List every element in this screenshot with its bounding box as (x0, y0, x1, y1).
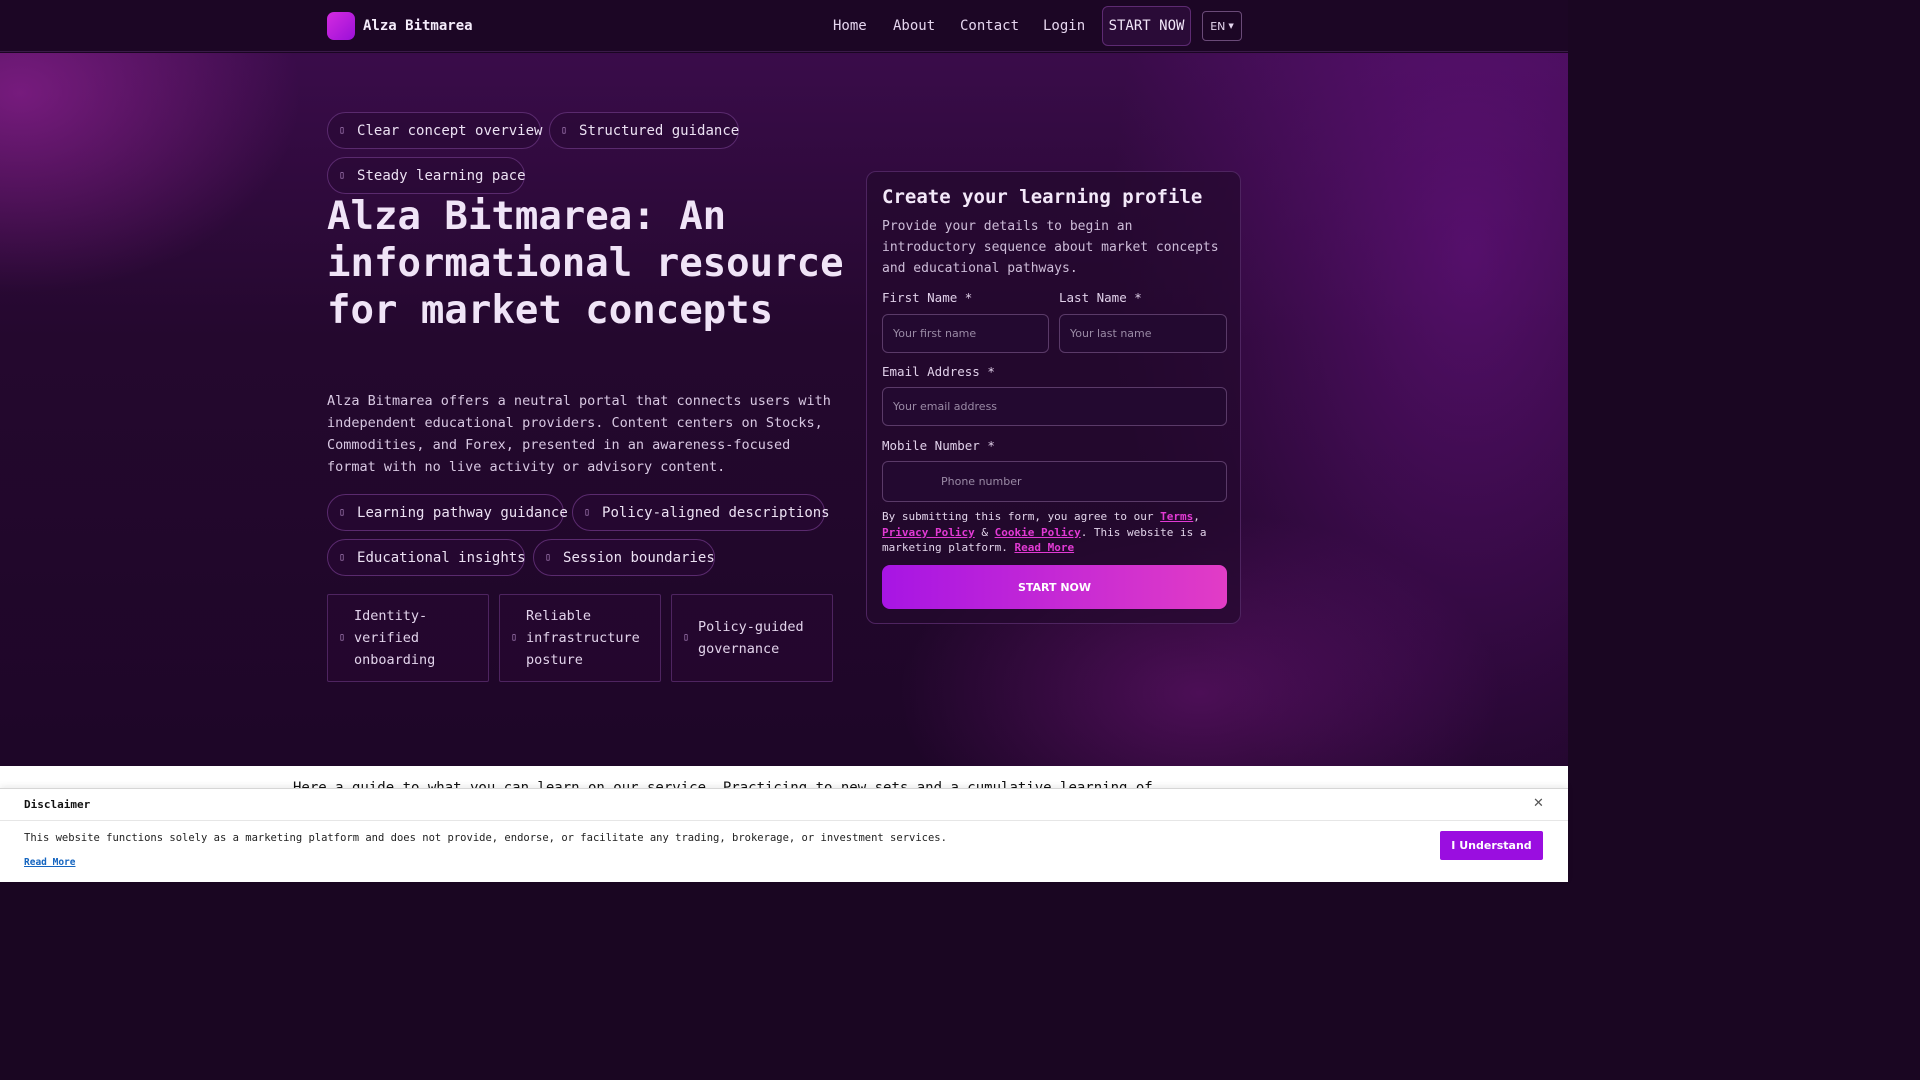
feature-infrastructure: ▯ Reliable infrastructure posture (499, 594, 661, 682)
chip-session-boundaries: ▯ Session boundaries (533, 539, 715, 576)
hero-title: Alza Bitmarea: An informational resource… (327, 194, 844, 333)
hero-description: Alza Bitmarea offers a neutral portal th… (327, 393, 831, 475)
feature-icon: ▯ (339, 632, 346, 643)
language-selector[interactable]: EN ▼ (1202, 11, 1242, 41)
disclaimer-text: This website functions solely as a marke… (24, 832, 947, 844)
chip-educational-insights: ▯ Educational insights (327, 539, 526, 576)
chip-label: Clear concept overview (357, 122, 543, 139)
brand-logo[interactable]: Alza Bitmarea (327, 12, 473, 40)
brand-logo-icon (327, 12, 355, 40)
feature-icon: ▯ (511, 632, 518, 643)
first-name-input[interactable] (882, 314, 1049, 353)
nav-about[interactable]: About (893, 18, 935, 34)
nav-contact[interactable]: Contact (960, 18, 1019, 34)
chip-icon: ▯ (339, 125, 346, 136)
privacy-policy-link[interactable]: Privacy Policy (882, 526, 975, 539)
first-name-label: First Name * (882, 290, 973, 305)
phone-input[interactable] (882, 461, 1227, 502)
language-label: EN (1210, 19, 1226, 33)
chip-icon: ▯ (561, 125, 568, 136)
disclaimer-banner: Disclaimer ✕ This website functions sole… (0, 788, 1568, 882)
feature-label: Identity-verified onboarding (354, 608, 436, 668)
form-read-more-link[interactable]: Read More (1014, 541, 1074, 554)
brand-name: Alza Bitmarea (363, 18, 473, 34)
chip-icon: ▯ (339, 552, 346, 563)
feature-icon: ▯ (683, 632, 690, 643)
form-description: Provide your details to begin an introdu… (882, 219, 1219, 276)
form-start-now-button[interactable]: START NOW (882, 565, 1227, 609)
disclaimer-header: Disclaimer ✕ (0, 789, 1568, 821)
terms-prefix: By submitting this form, you agree to ou… (882, 510, 1154, 523)
chip-label: Educational insights (357, 549, 526, 566)
chip-label: Policy-aligned descriptions (602, 504, 830, 521)
feature-label: Reliable infrastructure posture (526, 608, 640, 668)
email-label: Email Address * (882, 364, 995, 379)
chip-icon: ▯ (339, 507, 346, 518)
chip-icon: ▯ (339, 170, 346, 181)
feature-governance: ▯ Policy-guided governance (671, 594, 833, 682)
phone-label: Mobile Number * (882, 438, 995, 453)
last-name-input[interactable] (1059, 314, 1227, 353)
form-title: Create your learning profile (882, 186, 1203, 208)
last-name-label: Last Name * (1059, 290, 1142, 305)
nav-login[interactable]: Login (1043, 18, 1085, 34)
i-understand-button[interactable]: I Understand (1440, 831, 1543, 860)
form-terms: By submitting this form, you agree to ou… (882, 510, 1207, 554)
chip-icon: ▯ (584, 507, 591, 518)
cookie-policy-link[interactable]: Cookie Policy (995, 526, 1081, 539)
chip-policy-aligned: ▯ Policy-aligned descriptions (572, 494, 830, 531)
chip-steady-pace: ▯ Steady learning pace (327, 157, 526, 194)
chip-label: Steady learning pace (357, 167, 526, 184)
header-start-now-button[interactable]: START NOW (1102, 6, 1191, 46)
terms-link[interactable]: Terms (1160, 510, 1193, 523)
chip-learning-pathway: ▯ Learning pathway guidance (327, 494, 568, 531)
feature-identity-verified: ▯ Identity-verified onboarding (327, 594, 489, 682)
disclaimer-title: Disclaimer (24, 798, 91, 811)
signup-form-card: Create your learning profile Provide you… (866, 171, 1241, 624)
chip-label: Structured guidance (579, 122, 740, 139)
nav-home[interactable]: Home (833, 18, 867, 34)
disclaimer-read-more-link[interactable]: Read More (24, 857, 75, 868)
email-input[interactable] (882, 387, 1227, 426)
chip-icon: ▯ (545, 552, 552, 563)
chip-label: Session boundaries (563, 549, 715, 566)
chip-clear-concept: ▯ Clear concept overview (327, 112, 543, 149)
feature-label: Policy-guided governance (698, 619, 804, 657)
close-icon[interactable]: ✕ (1533, 796, 1544, 811)
chip-label: Learning pathway guidance (357, 504, 568, 521)
chevron-down-icon: ▼ (1228, 22, 1234, 30)
site-header: Alza Bitmarea Home About Contact Login S… (0, 0, 1568, 52)
chip-structured-guidance: ▯ Structured guidance (549, 112, 739, 149)
